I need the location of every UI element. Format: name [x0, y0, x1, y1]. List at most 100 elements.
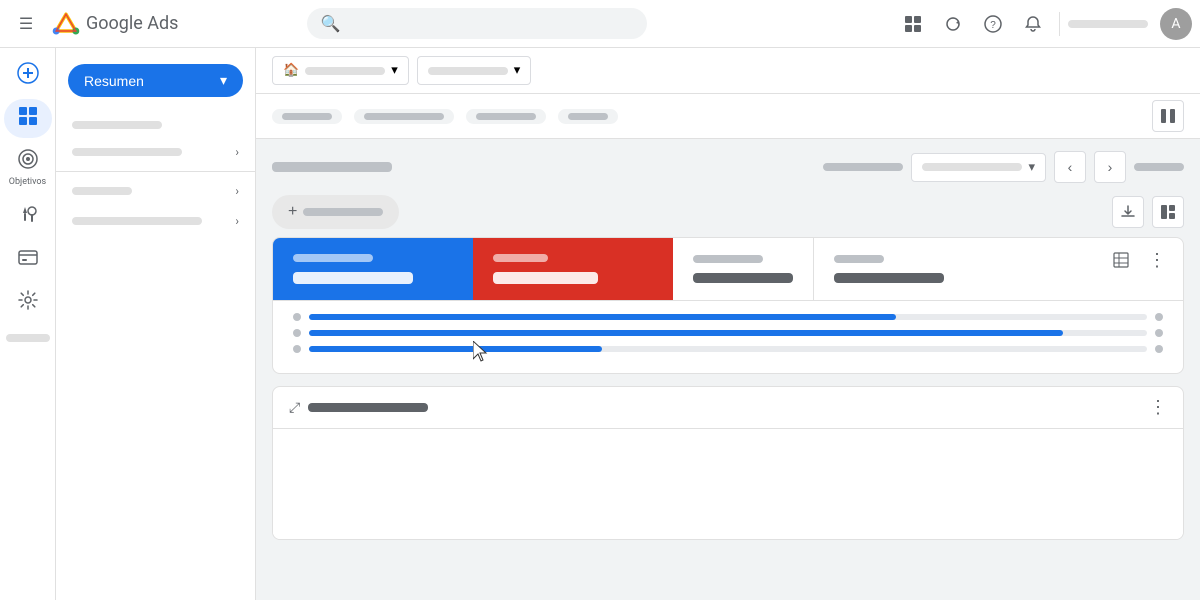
nav-item-3[interactable]: › — [56, 176, 255, 206]
filter-chip-1-label — [282, 113, 332, 120]
logo-area: Google Ads — [52, 10, 178, 38]
sidebar-item-billing[interactable] — [4, 240, 52, 279]
chart-value-2 — [1155, 329, 1163, 337]
refresh-button[interactable] — [935, 6, 971, 42]
grid-view-button[interactable] — [895, 6, 931, 42]
chart-bar-1 — [309, 314, 1147, 320]
chart-row-3 — [293, 345, 1163, 353]
refresh-icon — [944, 15, 962, 33]
sidebar-item-create[interactable] — [4, 56, 52, 95]
bell-icon — [1024, 15, 1042, 33]
nav-item-4[interactable]: › — [56, 206, 255, 236]
stat-neutral-2-card[interactable] — [814, 238, 974, 300]
chart-bar-fill-1 — [309, 314, 896, 320]
table-widget-header: ⤢ ⋮ — [273, 387, 1183, 429]
table-view-button[interactable] — [1107, 246, 1135, 274]
hamburger-menu-button[interactable]: ☰ — [8, 6, 44, 42]
widget-more-button[interactable]: ⋮ — [1143, 246, 1171, 274]
chart-row-2 — [293, 329, 1163, 337]
svg-text:?: ? — [990, 20, 996, 31]
nav-item-2[interactable]: › — [56, 137, 255, 167]
chart-value-1 — [1155, 313, 1163, 321]
filter-row — [256, 94, 1200, 139]
download-button[interactable] — [1112, 196, 1144, 228]
stat-blue-title — [293, 254, 373, 262]
filter-chip-4[interactable] — [558, 109, 618, 124]
nav-item-3-chevron-icon: › — [235, 184, 239, 198]
nav-panel-top: Resumen ▾ — [56, 56, 255, 109]
top-navigation: ☰ Google Ads 🔍 — [0, 0, 1200, 48]
help-button[interactable]: ? — [975, 6, 1011, 42]
campaign-selector[interactable]: 🏠 ▾ — [272, 56, 409, 85]
stat-blue-value — [293, 272, 413, 284]
nav-item-1-label — [72, 121, 162, 129]
campaign-selector-chevron-icon: ▾ — [391, 63, 398, 78]
chart-row-1 — [293, 313, 1163, 321]
stat-neutral-1-card[interactable] — [673, 238, 814, 300]
sidebar: Objetivos — [0, 48, 56, 600]
nav-section-1: › › › — [56, 109, 255, 240]
layout-icon — [1160, 204, 1176, 220]
search-input[interactable] — [349, 16, 633, 32]
table-widget-body — [273, 429, 1183, 539]
avatar[interactable]: A — [1160, 8, 1192, 40]
sidebar-item-tools[interactable] — [4, 197, 52, 236]
table-icon — [1113, 252, 1129, 268]
filter-chip-1[interactable] — [272, 109, 342, 124]
chart-bar-2 — [309, 330, 1147, 336]
chart-bar-3 — [309, 346, 1147, 352]
sidebar-bottom-line — [6, 334, 50, 342]
columns-button[interactable] — [1152, 100, 1184, 132]
download-icon — [1120, 204, 1136, 220]
separator-line-2 — [1134, 163, 1184, 171]
stat-blue-card[interactable] — [273, 238, 473, 300]
objectives-icon — [17, 148, 39, 175]
notifications-button[interactable] — [1015, 6, 1051, 42]
next-page-button[interactable]: › — [1094, 151, 1126, 183]
chart-bar-fill-2 — [309, 330, 1063, 336]
help-icon: ? — [984, 15, 1002, 33]
filter-chip-3[interactable] — [466, 109, 546, 124]
table-widget-title — [308, 403, 428, 412]
campaign-selector-label — [305, 67, 385, 75]
app-title: Google Ads — [86, 13, 178, 34]
table-widget: ⤢ ⋮ — [272, 386, 1184, 540]
separator-line — [823, 163, 903, 171]
filter-chip-2[interactable] — [354, 109, 454, 124]
sidebar-item-overview[interactable] — [4, 99, 52, 138]
table-widget-more-button[interactable]: ⋮ — [1149, 397, 1167, 418]
nav-item-1[interactable] — [56, 113, 255, 137]
add-widget-button[interactable]: + — [272, 195, 399, 229]
layout-toggle-button[interactable] — [1152, 196, 1184, 228]
stats-widget: ⋮ — [272, 237, 1184, 374]
stat-widget-actions: ⋮ — [1095, 238, 1183, 300]
grid-icon — [904, 15, 922, 33]
nav-icons-group: ? A — [895, 6, 1192, 42]
date-range-chevron-icon: ▾ — [1028, 160, 1035, 175]
date-filter-chevron-icon: ▾ — [514, 63, 521, 78]
date-range-selector[interactable]: ▾ — [911, 153, 1046, 182]
resumen-button[interactable]: Resumen ▾ — [68, 64, 243, 97]
add-widget-plus-icon: + — [288, 203, 297, 221]
content-area[interactable]: 🏠 ▾ ▾ — [256, 48, 1200, 600]
account-line — [1068, 20, 1148, 28]
sidebar-item-objectives[interactable]: Objetivos — [4, 142, 52, 193]
stat-neutral-1-title — [693, 255, 763, 263]
chart-value-3 — [1155, 345, 1163, 353]
prev-icon: ‹ — [1068, 159, 1073, 175]
settings-icon — [17, 289, 39, 316]
nav-divider-1 — [56, 171, 255, 172]
google-ads-logo-icon — [52, 10, 80, 38]
filter-chip-4-label — [568, 113, 608, 120]
main-layout: Objetivos — [0, 48, 1200, 600]
date-filter-selector[interactable]: ▾ — [417, 56, 532, 85]
filter-chip-2-label — [364, 113, 444, 120]
sidebar-item-objectives-label: Objetivos — [9, 177, 46, 187]
expand-icon[interactable]: ⤢ — [289, 400, 300, 416]
stat-red-card[interactable] — [473, 238, 673, 300]
sidebar-item-settings[interactable] — [4, 283, 52, 322]
search-bar[interactable]: 🔍 — [307, 8, 647, 39]
prev-page-button[interactable]: ‹ — [1054, 151, 1086, 183]
next-icon: › — [1108, 159, 1113, 175]
widgets-container: ⋮ — [256, 237, 1200, 556]
